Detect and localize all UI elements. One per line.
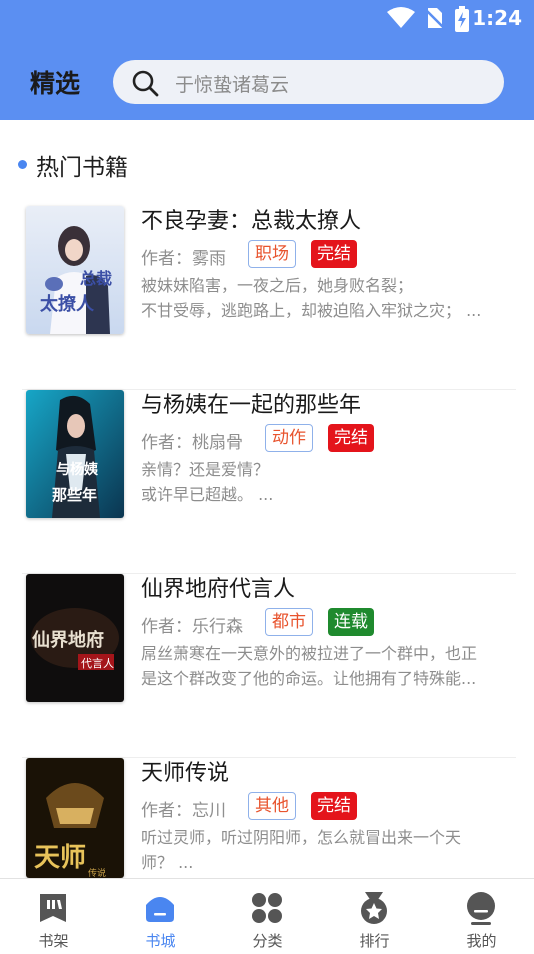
status-time: 1:24 (472, 6, 522, 30)
tab-ranking[interactable]: 排行 (321, 879, 428, 954)
tab-category[interactable]: 分类 (214, 879, 321, 954)
status-badge: 完结 (311, 240, 357, 268)
search-icon (132, 70, 159, 97)
category-tag: 职场 (248, 240, 296, 268)
book-title: 仙界地府代言人 (141, 577, 296, 602)
svg-text:与杨姨: 与杨姨 (56, 461, 99, 478)
book-description-line: 师？ ... (141, 853, 194, 872)
svg-text:那些年: 那些年 (52, 486, 97, 504)
book-cover: 天师 传说 (26, 758, 124, 878)
book-title: 天师传说 (141, 761, 230, 786)
page-title: 精选 (30, 69, 81, 98)
book-description-line: 亲情？还是爱情？ (141, 460, 270, 479)
book-description-line: 屌丝萧寒在一天意外的被拉进了一个群中，也正 (141, 644, 478, 663)
book-description: 听过灵师，听过阴阳师，怎么就冒出来一个天 师？ ... (141, 825, 516, 875)
category-tag: 动作 (265, 424, 313, 452)
status-bar: 1:24 (0, 0, 534, 36)
tab-label: 我的 (466, 932, 497, 950)
book-description-line: 或许早已超越。 ... (141, 485, 274, 504)
svg-text:仙界地府: 仙界地府 (32, 629, 104, 651)
search-input[interactable]: 于惊蛰诸葛云 (113, 60, 504, 104)
svg-text:太撩人: 太撩人 (40, 293, 95, 315)
book-description-line: 不甘受辱，逃跑路上，却被迫陷入牢狱之灾； ... (141, 301, 482, 320)
category-icon (252, 893, 282, 923)
book-description-line: 听过灵师，听过阴阳师，怎么就冒出来一个天 (141, 828, 462, 847)
bookshelf-icon (40, 894, 66, 922)
book-title: 不良孕妻：总裁太撩人 (141, 209, 362, 234)
category-tag: 其他 (248, 792, 296, 820)
book-author: 作者：乐行森 (141, 617, 243, 637)
tab-label: 排行 (359, 932, 390, 950)
bottom-tab-bar: 书架 书城 分类 排行 我的 (0, 878, 534, 954)
status-badge: 完结 (328, 424, 374, 452)
app-header: 1:24 精选 于惊蛰诸葛云 (0, 0, 534, 120)
wifi-icon (387, 7, 415, 28)
section-title: 热门书籍 (36, 155, 128, 181)
status-badge: 完结 (311, 792, 357, 820)
status-badge: 连载 (328, 608, 374, 636)
book-item[interactable]: 与杨姨 那些年 与杨姨在一起的那些年 作者：桃扇骨 动作 完结 亲情？还是爱情？… (22, 390, 516, 574)
book-item[interactable]: 仙界地府 代言人 仙界地府代言人 作者：乐行森 都市 连载 屌丝萧寒在一天意外的… (22, 574, 516, 758)
tab-profile[interactable]: 我的 (428, 879, 534, 954)
section-dot-icon (18, 160, 27, 169)
book-description: 亲情？还是爱情？ 或许早已超越。 ... (141, 457, 516, 507)
book-item[interactable]: 总裁 太撩人 不良孕妻：总裁太撩人 作者：雾雨 职场 完结 被妹妹陷害，一夜之后… (22, 206, 516, 390)
book-description: 屌丝萧寒在一天意外的被拉进了一个群中，也正 是这个群改变了他的命运。让他拥有了特… (141, 641, 516, 691)
search-placeholder: 于惊蛰诸葛云 (175, 74, 290, 96)
tab-label: 书架 (38, 932, 69, 950)
book-cover: 与杨姨 那些年 (26, 390, 124, 518)
tab-bookshelf[interactable]: 书架 (0, 879, 107, 954)
book-description-line: 被妹妹陷害，一夜之后，她身败名裂； (141, 276, 414, 295)
book-description-line: 是这个群改变了他的命运。让他拥有了特殊能... (141, 669, 477, 688)
battery-charging-icon (455, 6, 469, 32)
tab-label: 分类 (252, 932, 283, 950)
book-description: 被妹妹陷害，一夜之后，她身败名裂； 不甘受辱，逃跑路上，却被迫陷入牢狱之灾； .… (141, 273, 516, 323)
no-sim-icon (424, 8, 444, 28)
book-cover: 仙界地府 代言人 (26, 574, 124, 702)
profile-icon (467, 892, 495, 925)
bookstore-icon (146, 897, 174, 922)
book-author: 作者：桃扇骨 (141, 433, 243, 453)
ranking-medal-icon (361, 892, 387, 924)
svg-text:代言人: 代言人 (81, 657, 114, 670)
svg-text:传说: 传说 (88, 867, 106, 878)
tab-label: 书城 (145, 932, 176, 950)
book-cover: 总裁 太撩人 (26, 206, 124, 334)
book-author: 作者：雾雨 (141, 249, 226, 269)
category-tag: 都市 (265, 608, 313, 636)
book-title: 与杨姨在一起的那些年 (141, 393, 362, 418)
tab-bookstore[interactable]: 书城 (107, 879, 214, 954)
svg-text:天师: 天师 (34, 843, 86, 873)
svg-text:总裁: 总裁 (80, 269, 112, 288)
book-author: 作者：忘川 (141, 801, 226, 821)
